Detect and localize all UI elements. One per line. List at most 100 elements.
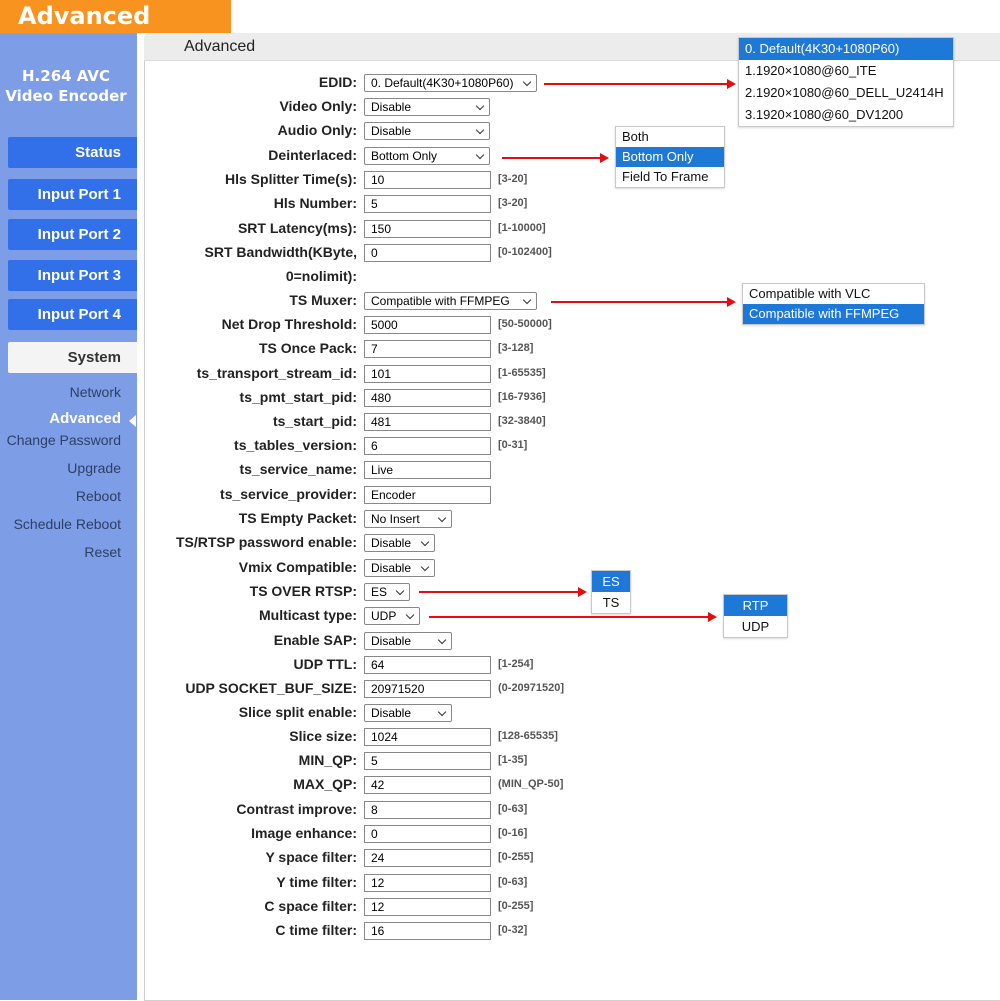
label-ts-service-name: ts_service_name:: [239, 461, 357, 477]
range-hint-min-qp: [1-35]: [498, 754, 528, 766]
dropdown-ts-over-rtsp: ES TS: [591, 570, 631, 614]
range-hint-y-time-filter: [0-63]: [498, 876, 528, 888]
select-video-only[interactable]: Disable: [364, 98, 490, 116]
dropdown-option[interactable]: Compatible with VLC: [743, 284, 924, 304]
label-c-space-filter: C space filter:: [264, 898, 357, 914]
dropdown-option[interactable]: 0. Default(4K30+1080P60): [739, 38, 953, 60]
label-vmix-compatible: Vmix Compatible:: [238, 559, 357, 575]
label-hls-splitter-time-s: Hls Splitter Time(s):: [225, 171, 357, 187]
range-hint-srt-bandwidth-kbyte: [0-102400]: [498, 246, 552, 258]
sidebar-link-reboot[interactable]: Reboot: [0, 488, 121, 504]
sidebar-link-change-password[interactable]: Change Password: [0, 432, 121, 448]
label-slice-size: Slice size:: [289, 728, 357, 744]
select-ts-empty-packet[interactable]: No Insert: [364, 510, 452, 528]
select-audio-only[interactable]: Disable: [364, 122, 490, 140]
label-ts-over-rtsp: TS OVER RTSP:: [249, 583, 357, 599]
input-image-enhance[interactable]: 0: [364, 825, 491, 843]
input-ts-start-pid[interactable]: 481: [364, 413, 491, 431]
input-ts-service-provider[interactable]: Encoder: [364, 486, 491, 504]
input-slice-size[interactable]: 1024: [364, 728, 491, 746]
label-ts-muxer: TS Muxer:: [289, 292, 357, 308]
input-c-time-filter[interactable]: 16: [364, 922, 491, 940]
dropdown-option[interactable]: Bottom Only: [616, 147, 724, 167]
select-ts-rtsp-password-enable[interactable]: Disable: [364, 534, 435, 552]
sidebar-button-input-port-3[interactable]: Input Port 3: [8, 260, 137, 291]
sidebar-button-system[interactable]: System: [8, 342, 137, 373]
input-contrast-improve[interactable]: 8: [364, 801, 491, 819]
select-slice-split-enable[interactable]: Disable: [364, 704, 452, 722]
dropdown-option[interactable]: TS: [592, 592, 630, 613]
dropdown-option[interactable]: ES: [592, 571, 630, 592]
select-vmix-compatible[interactable]: Disable: [364, 559, 435, 577]
label-0-nolimit: 0=nolimit):: [285, 268, 357, 284]
input-hls-number[interactable]: 5: [364, 195, 491, 213]
input-ts-tables-version[interactable]: 6: [364, 437, 491, 455]
label-ts-rtsp-password-enable: TS/RTSP password enable:: [175, 534, 357, 550]
sidebar-link-reset[interactable]: Reset: [0, 544, 121, 560]
sidebar-link-network[interactable]: Network: [0, 384, 121, 400]
input-y-time-filter[interactable]: 12: [364, 874, 491, 892]
input-net-drop-threshold[interactable]: 5000: [364, 316, 491, 334]
dropdown-option[interactable]: 3.1920×1080@60_DV1200: [739, 104, 953, 126]
label-c-time-filter: C time filter:: [275, 922, 357, 938]
range-hint-c-time-filter: [0-32]: [498, 924, 528, 936]
input-srt-bandwidth-kbyte[interactable]: 0: [364, 244, 491, 262]
range-hint-hls-number: [3-20]: [498, 197, 528, 209]
select-enable-sap[interactable]: Disable: [364, 632, 452, 650]
active-caret-icon: [129, 415, 136, 427]
input-max-qp[interactable]: 42: [364, 776, 491, 794]
dropdown-option[interactable]: UDP: [724, 616, 787, 637]
input-srt-latency-ms[interactable]: 150: [364, 220, 491, 238]
label-image-enhance: Image enhance:: [251, 825, 357, 841]
range-hint-ts-tables-version: [0-31]: [498, 439, 528, 451]
label-multicast-type: Multicast type:: [258, 607, 357, 623]
label-audio-only: Audio Only:: [277, 122, 357, 138]
sidebar-link-upgrade[interactable]: Upgrade: [0, 460, 121, 476]
label-enable-sap: Enable SAP:: [273, 632, 357, 648]
range-hint-contrast-improve: [0-63]: [498, 803, 528, 815]
label-slice-split-enable: Slice split enable:: [238, 704, 357, 720]
label-srt-bandwidth-kbyte: SRT Bandwidth(KByte,: [204, 244, 357, 260]
sidebar-link-schedule-reboot[interactable]: Schedule Reboot: [0, 516, 121, 532]
select-deinterlaced[interactable]: Bottom Only: [364, 147, 490, 165]
sidebar-link-advanced[interactable]: Advanced: [0, 410, 121, 427]
dropdown-multicast: RTP UDP: [723, 594, 788, 638]
range-hint-ts-once-pack: [3-128]: [498, 342, 534, 354]
sidebar-button-status[interactable]: Status: [8, 137, 137, 168]
annotation-arrow-icon: [502, 153, 609, 163]
input-hls-splitter-time-s[interactable]: 10: [364, 171, 491, 189]
input-ts-service-name[interactable]: Live: [364, 461, 491, 479]
dropdown-option[interactable]: Both: [616, 127, 724, 147]
select-ts-over-rtsp[interactable]: ES: [364, 583, 410, 601]
dropdown-option[interactable]: 2.1920×1080@60_DELL_U2414H: [739, 82, 953, 104]
input-udp-ttl[interactable]: 64: [364, 656, 491, 674]
range-hint-srt-latency-ms: [1-10000]: [498, 222, 546, 234]
label-srt-latency-ms: SRT Latency(ms):: [237, 220, 357, 236]
sidebar-button-input-port-4[interactable]: Input Port 4: [8, 299, 137, 330]
sidebar-button-input-port-1[interactable]: Input Port 1: [8, 179, 137, 210]
dropdown-option[interactable]: Field To Frame: [616, 167, 724, 187]
input-ts-once-pack[interactable]: 7: [364, 340, 491, 358]
label-min-qp: MIN_QP:: [298, 752, 357, 768]
input-udp-socket-buf-size[interactable]: 20971520: [364, 680, 491, 698]
input-c-space-filter[interactable]: 12: [364, 898, 491, 916]
dropdown-option[interactable]: Compatible with FFMPEG: [743, 304, 924, 324]
annotation-arrow-icon: [544, 79, 736, 89]
select-ts-muxer[interactable]: Compatible with FFMPEG: [364, 292, 537, 310]
select-multicast-type[interactable]: UDP: [364, 607, 420, 625]
annotation-arrow-icon: [419, 587, 587, 597]
input-ts-transport-stream-id[interactable]: 101: [364, 365, 491, 383]
range-hint-image-enhance: [0-16]: [498, 827, 528, 839]
label-ts-once-pack: TS Once Pack:: [258, 340, 357, 356]
input-min-qp[interactable]: 5: [364, 752, 491, 770]
sidebar-button-input-port-2[interactable]: Input Port 2: [8, 219, 137, 250]
dropdown-edid: 0. Default(4K30+1080P60) 1.1920×1080@60_I…: [738, 37, 954, 127]
range-hint-max-qp: (MIN_QP-50]: [498, 778, 564, 790]
input-ts-pmt-start-pid[interactable]: 480: [364, 389, 491, 407]
select-edid[interactable]: 0. Default(4K30+1080P60): [364, 74, 537, 92]
label-ts-start-pid: ts_start_pid:: [272, 413, 357, 429]
input-y-space-filter[interactable]: 24: [364, 849, 491, 867]
dropdown-option[interactable]: RTP: [724, 595, 787, 616]
dropdown-option[interactable]: 1.1920×1080@60_ITE: [739, 60, 953, 82]
range-hint-udp-socket-buf-size: (0-20971520]: [498, 682, 565, 694]
